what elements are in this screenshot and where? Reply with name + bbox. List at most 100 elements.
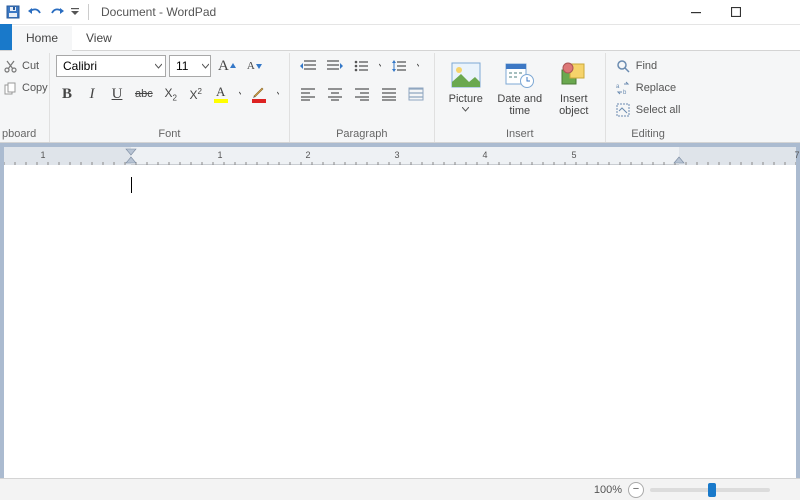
subscript-button[interactable]: X2	[160, 83, 182, 105]
file-tab[interactable]	[0, 24, 12, 50]
save-icon[interactable]	[4, 3, 22, 21]
group-clipboard: Cut Copy pboard	[0, 53, 50, 142]
group-paragraph: Paragraph	[290, 53, 435, 142]
font-size-select[interactable]	[169, 55, 211, 77]
replace-icon: ab	[616, 81, 630, 95]
group-label-paragraph: Paragraph	[296, 126, 428, 142]
align-left-button[interactable]	[296, 83, 320, 105]
titlebar: Document - WordPad	[0, 0, 800, 25]
calendar-clock-icon	[505, 61, 535, 89]
picture-button[interactable]: Picture	[441, 55, 491, 121]
picture-label: Picture	[449, 93, 483, 105]
tab-home[interactable]: Home	[12, 26, 72, 50]
group-label-insert: Insert	[441, 126, 599, 142]
line-spacing-button[interactable]	[388, 55, 410, 77]
group-label-clipboard: pboard	[2, 126, 43, 142]
object-label: Insertobject	[559, 93, 588, 117]
select-all-button[interactable]: Select all	[612, 100, 685, 120]
align-right-button[interactable]	[350, 83, 374, 105]
group-insert: Picture Date andtime Insertobject Insert	[435, 53, 606, 142]
object-icon	[560, 62, 588, 88]
group-label-font: Font	[56, 126, 283, 142]
copy-icon	[4, 82, 17, 95]
tab-view[interactable]: View	[72, 26, 126, 50]
undo-icon[interactable]	[26, 3, 44, 21]
bullets-button[interactable]	[350, 55, 372, 77]
window-title: Document - WordPad	[101, 5, 216, 19]
ruler-number: 1	[217, 150, 222, 160]
svg-text:b: b	[623, 90, 627, 95]
font-color-swatch	[252, 99, 266, 103]
maximize-button[interactable]	[716, 0, 756, 25]
align-center-button[interactable]	[323, 83, 347, 105]
font-size-input[interactable]	[176, 57, 196, 75]
separator	[88, 4, 89, 20]
ruler-number: 4	[482, 150, 487, 160]
chevron-down-icon	[155, 63, 162, 70]
superscript-button[interactable]: X2	[185, 83, 207, 105]
cut-button[interactable]: Cut	[2, 57, 50, 75]
select-all-label: Select all	[636, 104, 681, 116]
shrink-font-button[interactable]: A	[243, 55, 266, 77]
chevron-down-icon	[202, 63, 209, 70]
quick-access-toolbar	[4, 3, 93, 21]
replace-label: Replace	[636, 82, 676, 94]
svg-text:a: a	[616, 84, 620, 90]
bold-button[interactable]: B	[56, 83, 78, 105]
grow-font-button[interactable]: A	[214, 55, 240, 77]
document-area: 1 1 2 3 4 5 7	[0, 143, 800, 478]
zoom-slider-thumb[interactable]	[708, 483, 716, 497]
replace-button[interactable]: ab Replace	[612, 78, 685, 98]
horizontal-ruler[interactable]: 1 1 2 3 4 5 7	[4, 147, 796, 165]
font-family-select[interactable]	[56, 55, 166, 77]
zoom-slider[interactable]	[650, 488, 770, 492]
font-color-dropdown[interactable]	[273, 83, 283, 105]
ruler-number: 5	[571, 150, 576, 160]
group-editing: Find ab Replace Select all Editing	[606, 53, 691, 142]
pencil-icon	[252, 86, 265, 98]
bullets-dropdown[interactable]	[375, 55, 385, 77]
ruler-number: 1	[40, 150, 45, 160]
paragraph-dialog-button[interactable]	[404, 83, 428, 105]
qat-customize-icon[interactable]	[70, 3, 80, 21]
highlight-swatch	[214, 99, 228, 103]
insert-object-button[interactable]: Insertobject	[549, 55, 599, 121]
datetime-button[interactable]: Date andtime	[495, 55, 545, 121]
find-button[interactable]: Find	[612, 56, 685, 76]
ribbon-tabstrip: Home View	[0, 25, 800, 51]
ruler-number: 3	[394, 150, 399, 160]
font-color-button[interactable]	[248, 83, 270, 105]
zoom-out-button[interactable]: −	[628, 482, 644, 498]
cut-label: Cut	[22, 60, 39, 72]
group-label-editing: Editing	[612, 126, 685, 142]
copy-button[interactable]: Copy	[2, 79, 50, 97]
minimize-button[interactable]	[676, 0, 716, 25]
highlight-color-button[interactable]: A	[210, 83, 232, 105]
datetime-label: Date andtime	[497, 93, 542, 117]
group-font: A A B I U abc X2 X2 A	[50, 53, 290, 142]
chevron-down-icon	[462, 107, 469, 112]
font-family-input[interactable]	[63, 57, 149, 75]
ruler-number: 7	[794, 150, 799, 160]
scissors-icon	[4, 60, 17, 73]
select-all-icon	[616, 103, 630, 117]
picture-icon	[451, 62, 481, 88]
highlight-color-dropdown[interactable]	[235, 83, 245, 105]
zoom-percent: 100%	[594, 484, 622, 496]
strikethrough-button[interactable]: abc	[131, 83, 157, 105]
redo-icon[interactable]	[48, 3, 66, 21]
wordpad-window: Document - WordPad Home View Cut Copy	[0, 0, 800, 500]
find-label: Find	[636, 60, 657, 72]
page-canvas[interactable]	[4, 165, 796, 478]
find-icon	[616, 59, 630, 73]
status-bar: 100% − +	[0, 478, 800, 500]
line-spacing-dropdown[interactable]	[413, 55, 423, 77]
increase-indent-button[interactable]	[323, 55, 347, 77]
ruler-number: 2	[305, 150, 310, 160]
copy-label: Copy	[22, 82, 48, 94]
text-cursor	[131, 177, 132, 193]
justify-button[interactable]	[377, 83, 401, 105]
italic-button[interactable]: I	[81, 83, 103, 105]
underline-button[interactable]: U	[106, 83, 128, 105]
decrease-indent-button[interactable]	[296, 55, 320, 77]
